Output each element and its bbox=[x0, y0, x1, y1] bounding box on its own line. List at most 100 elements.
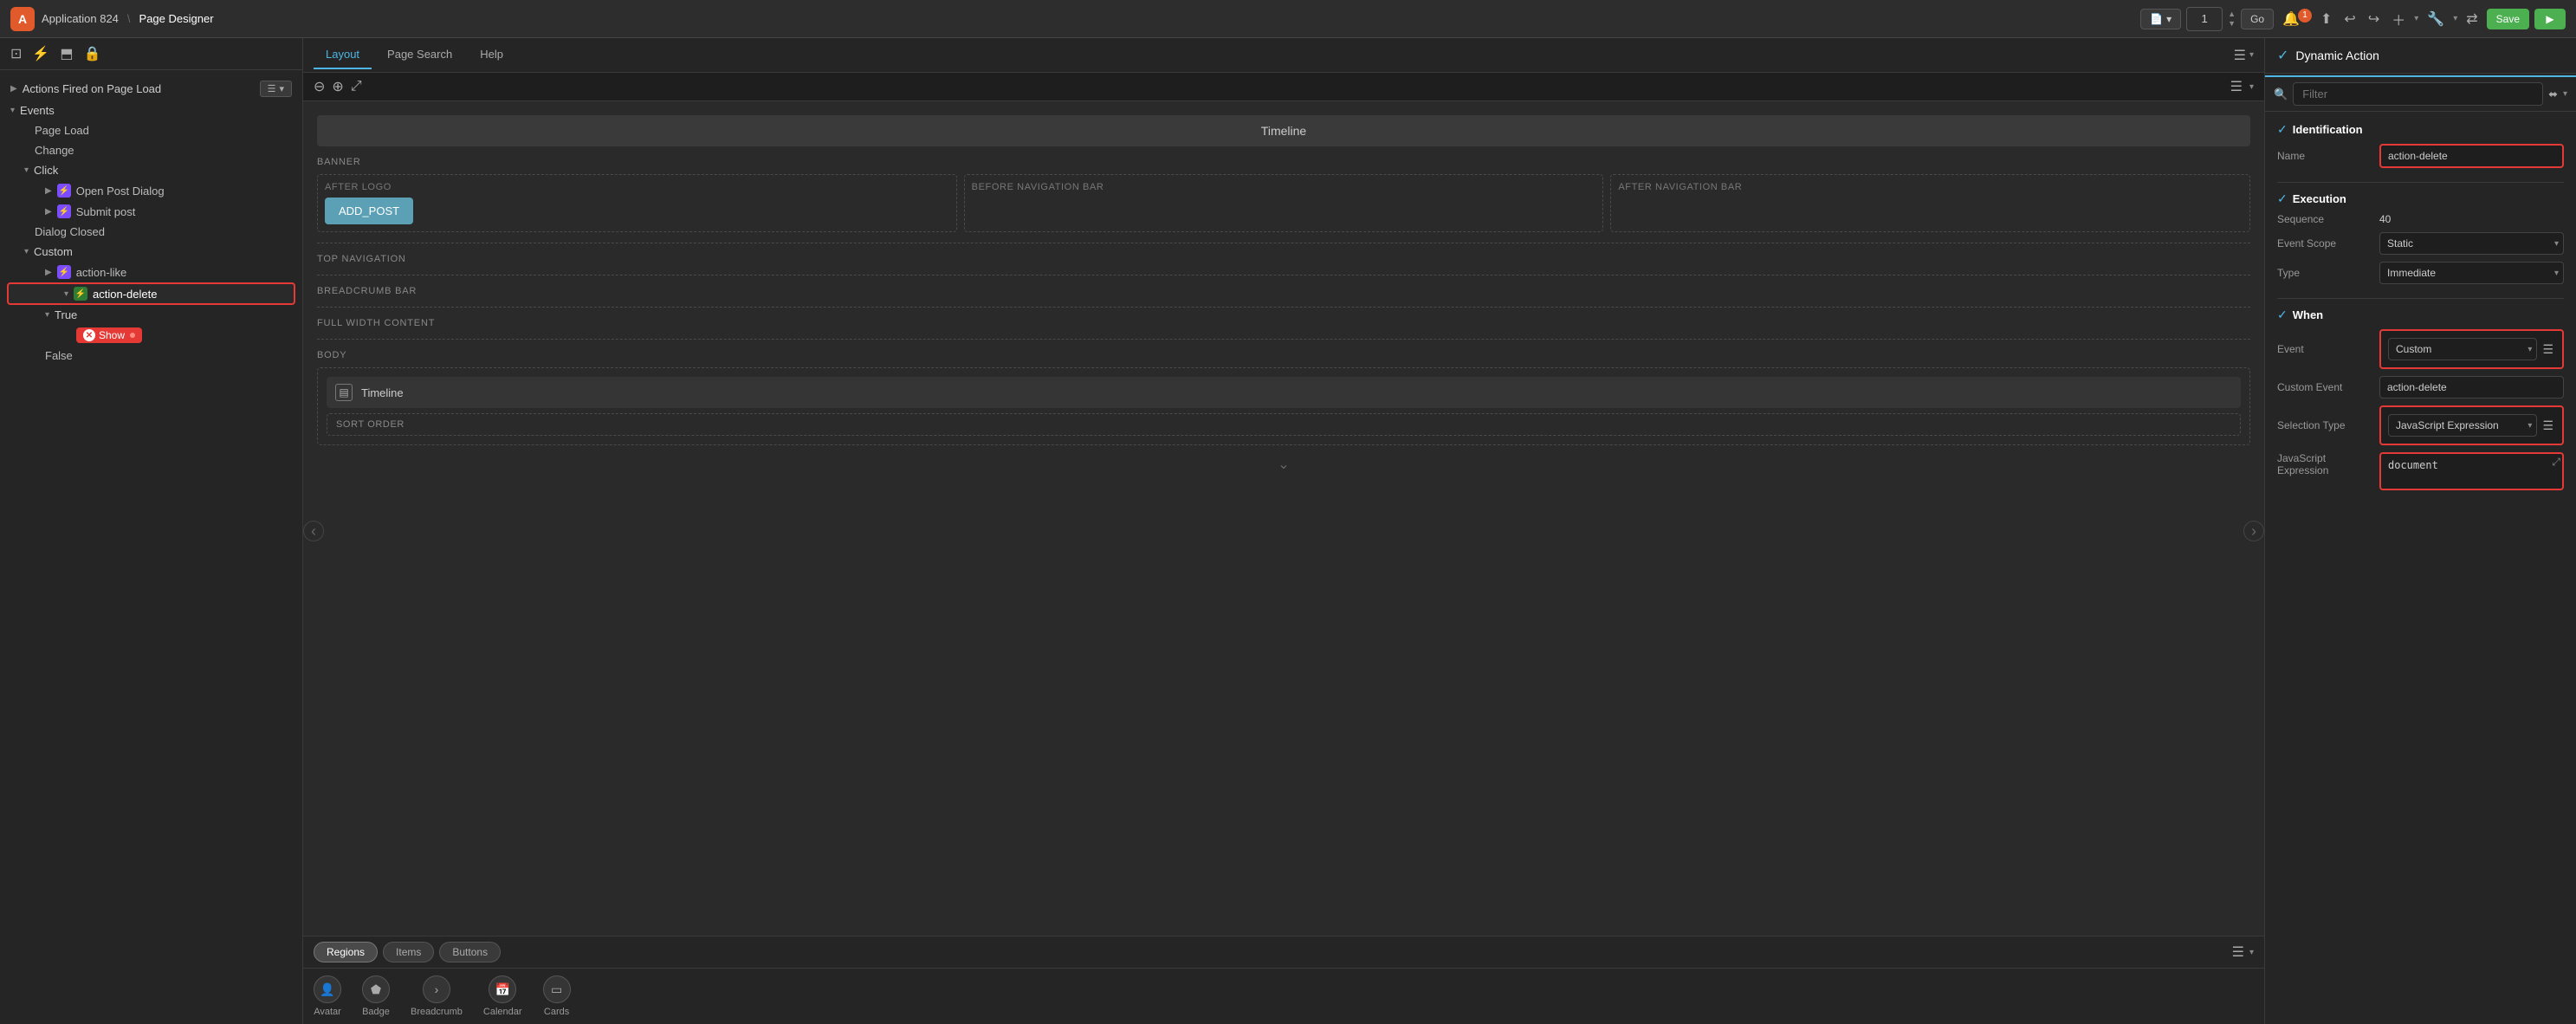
filter-options-icon[interactable]: ⬌ bbox=[2548, 87, 2558, 101]
page-number[interactable]: 1 bbox=[2186, 7, 2223, 31]
after-logo-label: AFTER LOGO bbox=[325, 182, 949, 192]
component-calendar[interactable]: 📅 Calendar bbox=[483, 975, 522, 1017]
wrench-chevron-icon: ▾ bbox=[2453, 14, 2457, 23]
when-check-icon: ✓ bbox=[2277, 308, 2288, 322]
page-num-down[interactable]: ▼ bbox=[2228, 19, 2236, 28]
submit-post-item[interactable]: ▶ ⚡ Submit post bbox=[0, 201, 302, 222]
wrench-icon[interactable]: 🔧 bbox=[2424, 7, 2448, 31]
timeline-row[interactable]: ▤ Timeline bbox=[327, 377, 2241, 408]
add-post-button[interactable]: ADD_POST bbox=[325, 198, 413, 224]
show-action-item[interactable]: ✕ Show bbox=[0, 325, 302, 346]
event-label: Event bbox=[2277, 343, 2372, 355]
canvas-menu-icon[interactable]: ☰ bbox=[2230, 78, 2243, 95]
name-input[interactable] bbox=[2379, 144, 2564, 168]
after-nav-col: AFTER NAVIGATION BAR bbox=[1610, 174, 2250, 232]
tab-page-search[interactable]: Page Search bbox=[375, 41, 464, 69]
component-cards[interactable]: ▭ Cards bbox=[543, 975, 571, 1017]
js-expression-textarea[interactable]: document bbox=[2379, 452, 2564, 490]
share-icon[interactable]: ⬆ bbox=[2317, 7, 2335, 31]
custom-event-input[interactable] bbox=[2379, 376, 2564, 399]
event-list-btn[interactable]: ☰ bbox=[2540, 340, 2555, 359]
page-selector[interactable]: 📄 ▾ bbox=[2140, 9, 2181, 29]
selection-type-list-btn[interactable]: ☰ bbox=[2540, 417, 2555, 435]
change-label: Change bbox=[35, 144, 74, 157]
notification-badge: 1 bbox=[2298, 9, 2312, 23]
canvas-nav-left[interactable]: ‹ bbox=[303, 521, 324, 541]
action-delete-item[interactable]: ▾ ⚡ action-delete bbox=[7, 282, 295, 305]
page-num-up[interactable]: ▲ bbox=[2228, 10, 2236, 18]
expand-icon[interactable]: ⤢ bbox=[351, 79, 362, 94]
show-badge: ✕ Show bbox=[76, 327, 142, 343]
component-breadcrumb[interactable]: › Breadcrumb bbox=[411, 975, 463, 1017]
type-select[interactable]: Immediate Deferred bbox=[2379, 262, 2564, 284]
event-scope-select[interactable]: Static Dynamic bbox=[2379, 232, 2564, 255]
tab-menu-icon[interactable]: ☰ bbox=[2234, 47, 2246, 64]
shared-components-icon[interactable]: ⬒ bbox=[60, 45, 73, 62]
actions-fired-section[interactable]: ▶ Actions Fired on Page Load ☰ ▾ bbox=[0, 77, 302, 100]
components-bar: 👤 Avatar ⬟ Badge › Breadcrumb 📅 Calendar… bbox=[303, 968, 2264, 1024]
section-divider-exec-when bbox=[2277, 298, 2564, 299]
action-like-item[interactable]: ▶ ⚡ action-like bbox=[0, 262, 302, 282]
run-button[interactable]: ▶ bbox=[2534, 9, 2566, 29]
after-nav-label: AFTER NAVIGATION BAR bbox=[1618, 182, 2243, 192]
dialog-closed-item[interactable]: Dialog Closed bbox=[0, 222, 302, 242]
action-delete-label: action-delete bbox=[93, 288, 157, 301]
share2-icon[interactable]: ⇄ bbox=[2463, 7, 2481, 31]
open-post-dialog-item[interactable]: ▶ ⚡ Open Post Dialog bbox=[0, 180, 302, 201]
filter-chevron-icon: ▾ bbox=[279, 83, 284, 94]
events-section[interactable]: ▾ Events bbox=[0, 100, 302, 120]
avatar-label: Avatar bbox=[314, 1007, 341, 1017]
change-item[interactable]: Change bbox=[0, 140, 302, 160]
event-select[interactable]: Custom Click Change bbox=[2388, 338, 2537, 360]
avatar-icon: 👤 bbox=[314, 975, 341, 1003]
events-label: Events bbox=[20, 104, 55, 117]
left-panel-toolbar: ⊡ ⚡ ⬒ 🔒 bbox=[0, 38, 302, 70]
page-load-item[interactable]: Page Load bbox=[0, 120, 302, 140]
app-icon: A bbox=[10, 7, 35, 31]
layout-icon[interactable]: ⊡ bbox=[10, 45, 22, 62]
go-button[interactable]: Go bbox=[2241, 9, 2274, 29]
center-tabs: Layout Page Search Help ☰ ▾ bbox=[303, 38, 2264, 73]
true-arrow: ▾ bbox=[45, 310, 49, 320]
js-expression-expand-icon[interactable]: ⤢ bbox=[2552, 456, 2560, 469]
when-title: When bbox=[2293, 308, 2323, 321]
filter-input[interactable] bbox=[2293, 82, 2543, 106]
canvas-nav-right[interactable]: › bbox=[2243, 521, 2264, 541]
lock-icon[interactable]: 🔒 bbox=[83, 45, 100, 62]
event-scope-row: Event Scope Static Dynamic ▾ bbox=[2277, 232, 2564, 255]
full-width-label: FULL WIDTH CONTENT bbox=[317, 318, 2250, 328]
component-avatar[interactable]: 👤 Avatar bbox=[314, 975, 341, 1017]
bottom-tab-regions[interactable]: Regions bbox=[314, 942, 378, 962]
component-badge[interactable]: ⬟ Badge bbox=[362, 975, 390, 1017]
zoom-out-icon[interactable]: ⊖ bbox=[314, 78, 325, 95]
center-panel: Layout Page Search Help ☰ ▾ ⊖ ⊕ ⤢ ☰ ▾ ‹ … bbox=[303, 38, 2264, 1024]
bottom-tab-menu-icon[interactable]: ☰ bbox=[2232, 943, 2244, 961]
sp-arrow: ▶ bbox=[45, 207, 52, 217]
lightning-nav-icon[interactable]: ⚡ bbox=[32, 45, 49, 62]
false-item[interactable]: False bbox=[0, 346, 302, 366]
true-section[interactable]: ▾ True bbox=[0, 305, 302, 325]
before-nav-label: BEFORE NAVIGATION BAR bbox=[972, 182, 1596, 192]
type-select-wrap: Immediate Deferred ▾ bbox=[2379, 262, 2564, 284]
save-button[interactable]: Save bbox=[2487, 9, 2529, 29]
bottom-tab-items[interactable]: Items bbox=[383, 942, 434, 962]
click-section[interactable]: ▾ Click bbox=[0, 160, 302, 180]
submit-post-label: Submit post bbox=[76, 205, 136, 218]
execution-section: ✓ Execution Sequence 40 Event Scope Stat… bbox=[2277, 191, 2564, 284]
redo-icon[interactable]: ↪ bbox=[2365, 7, 2383, 31]
actions-filter-btn[interactable]: ☰ ▾ bbox=[260, 81, 292, 97]
events-arrow: ▾ bbox=[10, 106, 15, 115]
show-dot bbox=[130, 333, 135, 338]
tab-layout[interactable]: Layout bbox=[314, 41, 372, 69]
undo-icon[interactable]: ↩ bbox=[2340, 7, 2359, 31]
action-like-label: action-like bbox=[76, 266, 127, 279]
selection-type-select[interactable]: JavaScript Expression jQuery Selector Re… bbox=[2388, 414, 2537, 437]
custom-section[interactable]: ▾ Custom bbox=[0, 242, 302, 262]
type-row: Type Immediate Deferred ▾ bbox=[2277, 262, 2564, 284]
zoom-in-icon[interactable]: ⊕ bbox=[332, 78, 343, 95]
bottom-tab-buttons[interactable]: Buttons bbox=[439, 942, 501, 962]
custom-label: Custom bbox=[34, 245, 73, 258]
tab-help[interactable]: Help bbox=[468, 41, 515, 69]
add-icon[interactable]: ＋ bbox=[2388, 5, 2409, 33]
identification-header: ✓ Identification bbox=[2277, 122, 2564, 137]
